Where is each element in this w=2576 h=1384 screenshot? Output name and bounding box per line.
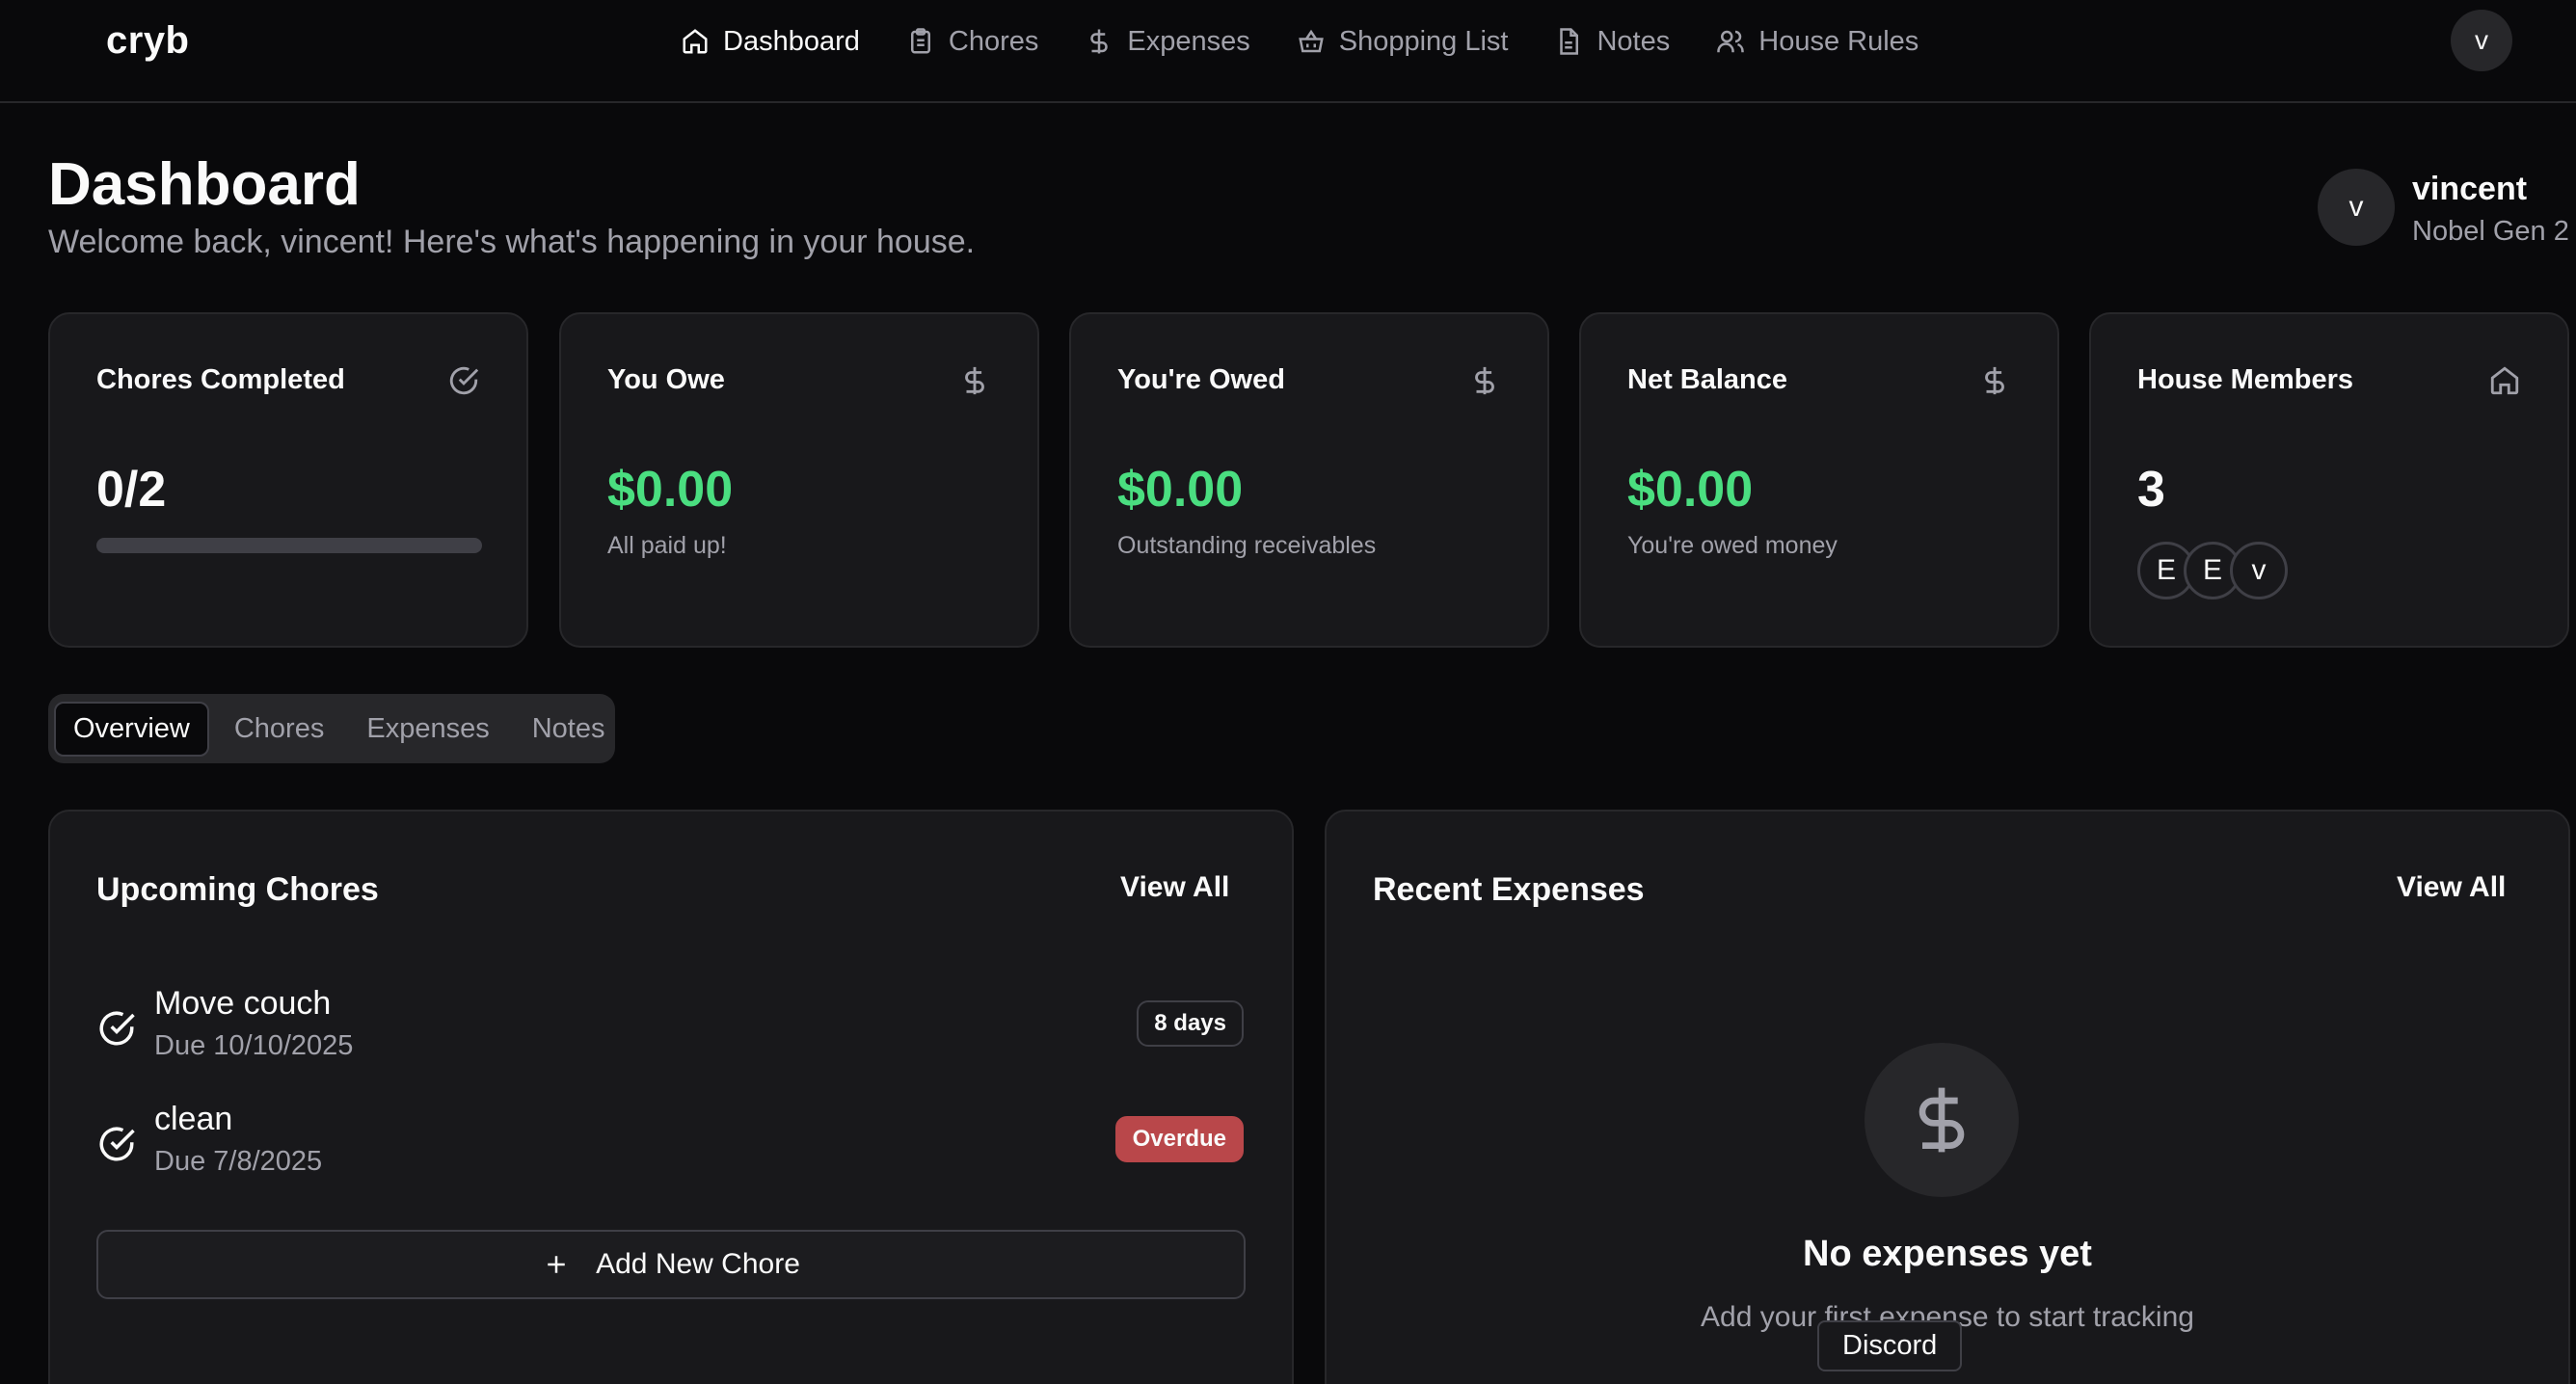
chore-name: Move couch bbox=[154, 985, 332, 1022]
stat-caption: All paid up! bbox=[607, 532, 727, 559]
dollar-icon bbox=[965, 366, 984, 395]
nav-shopping-list[interactable]: Shopping List bbox=[1297, 21, 1509, 62]
stat-value: $0.00 bbox=[607, 462, 734, 518]
tab-chores[interactable]: Chores bbox=[217, 704, 342, 755]
add-chore-label: Add New Chore bbox=[596, 1248, 800, 1280]
check-circle-icon[interactable] bbox=[96, 1008, 137, 1049]
nav-expenses-label: Expenses bbox=[1127, 25, 1250, 57]
stat-title: Chores Completed bbox=[96, 364, 345, 395]
panel-title: Upcoming Chores bbox=[96, 871, 379, 908]
stat-caption: You're owed money bbox=[1627, 532, 1838, 559]
avatar[interactable]: v bbox=[2230, 542, 2288, 599]
top-navigation: cryb Dashboard Chores Expenses Shopping … bbox=[0, 0, 2576, 103]
stat-title: Net Balance bbox=[1627, 364, 1788, 395]
nav-chores[interactable]: Chores bbox=[906, 21, 1039, 62]
overdue-badge: Overdue bbox=[1114, 1116, 1244, 1162]
dollar-icon bbox=[1475, 366, 1494, 395]
dollar-icon bbox=[1985, 366, 2004, 395]
chore-text: Move couch Due 10/10/2025 bbox=[154, 985, 353, 1062]
users-icon bbox=[1717, 30, 1744, 53]
stat-card-youre-owed: You're Owed $0.00 Outstanding receivable… bbox=[1069, 312, 1549, 648]
user-details: vincent Nobel Gen 2 bbox=[2412, 169, 2569, 248]
stat-card-net-balance: Net Balance $0.00 You're owed money bbox=[1579, 312, 2059, 648]
view-all-chores-link[interactable]: View All bbox=[1120, 871, 1229, 904]
nav-dashboard-label: Dashboard bbox=[723, 25, 860, 57]
status-badge: 8 days bbox=[1137, 1000, 1244, 1047]
profile-avatar-button[interactable]: v bbox=[2451, 10, 2512, 71]
dollar-icon bbox=[1919, 1087, 1965, 1153]
nav-house-rules[interactable]: House Rules bbox=[1716, 21, 1919, 62]
stat-card-you-owe: You Owe $0.00 All paid up! bbox=[559, 312, 1039, 648]
nav-dashboard[interactable]: Dashboard bbox=[681, 21, 860, 62]
nav-notes[interactable]: Notes bbox=[1554, 21, 1670, 62]
nav-chores-label: Chores bbox=[948, 25, 1039, 57]
chore-due-date: Due 10/10/2025 bbox=[154, 1030, 354, 1061]
check-circle-icon bbox=[449, 366, 479, 395]
file-icon bbox=[1560, 28, 1579, 55]
dashboard-tabs: Overview Chores Expenses Notes bbox=[48, 694, 615, 763]
stat-title: You Owe bbox=[607, 364, 725, 395]
recent-expenses-panel: Recent Expenses View All No expenses yet… bbox=[1325, 810, 2570, 1384]
nav-notes-label: Notes bbox=[1597, 25, 1671, 57]
stat-value: $0.00 bbox=[1627, 462, 1754, 518]
nav-house-rules-label: House Rules bbox=[1758, 25, 1919, 57]
stat-value: 3 bbox=[2137, 462, 2165, 518]
nav-expenses[interactable]: Expenses bbox=[1085, 21, 1250, 62]
nav-shopping-list-label: Shopping List bbox=[1338, 25, 1509, 57]
dollar-icon bbox=[1090, 29, 1109, 54]
discord-tooltip: Discord bbox=[1817, 1320, 1963, 1371]
stat-caption: Outstanding receivables bbox=[1117, 532, 1377, 559]
tab-expenses[interactable]: Expenses bbox=[349, 704, 506, 755]
avatar: v bbox=[2318, 169, 2395, 246]
main-nav: Dashboard Chores Expenses Shopping List … bbox=[681, 21, 1919, 62]
brand-logo[interactable]: cryb bbox=[106, 19, 190, 63]
home-icon bbox=[683, 29, 708, 54]
stat-value: 0/2 bbox=[96, 462, 167, 518]
home-icon bbox=[2490, 366, 2519, 395]
stat-title: You're Owed bbox=[1117, 364, 1285, 395]
list-item[interactable]: Move couch Due 10/10/2025 8 days bbox=[96, 985, 1244, 1062]
stat-title: House Members bbox=[2137, 364, 2354, 395]
stat-card-house-members: House Members 3 E E v bbox=[2089, 312, 2569, 648]
empty-state-illustration bbox=[1865, 1043, 2019, 1197]
list-item[interactable]: clean Due 7/8/2025 Overdue bbox=[96, 1101, 1244, 1178]
check-circle-icon[interactable] bbox=[96, 1124, 137, 1164]
upcoming-chores-panel: Upcoming Chores View All Move couch Due … bbox=[48, 810, 1294, 1384]
panel-title: Recent Expenses bbox=[1373, 871, 1645, 908]
chore-due-date: Due 7/8/2025 bbox=[154, 1146, 323, 1177]
add-chore-button[interactable]: Add New Chore bbox=[96, 1230, 1246, 1299]
page-title: Dashboard bbox=[48, 151, 361, 218]
basket-icon bbox=[1298, 29, 1324, 53]
chore-text: clean Due 7/8/2025 bbox=[154, 1101, 322, 1178]
plus-icon bbox=[548, 1256, 565, 1273]
tab-notes[interactable]: Notes bbox=[515, 704, 623, 755]
user-name: vincent bbox=[2412, 171, 2528, 207]
user-info: v vincent Nobel Gen 2 bbox=[2318, 169, 2569, 248]
page-subtitle: Welcome back, vincent! Here's what's hap… bbox=[48, 224, 976, 260]
clipboard-icon bbox=[910, 28, 930, 54]
empty-state-title: No expenses yet bbox=[1803, 1234, 2092, 1274]
stat-value: $0.00 bbox=[1117, 462, 1244, 518]
chores-progress-bar bbox=[96, 538, 482, 553]
stat-card-chores: Chores Completed 0/2 bbox=[48, 312, 528, 648]
view-all-expenses-link[interactable]: View All bbox=[2397, 871, 2506, 904]
member-avatars: E E v bbox=[2137, 542, 2288, 599]
chore-name: clean bbox=[154, 1101, 233, 1137]
house-name: Nobel Gen 2 bbox=[2412, 216, 2569, 247]
tab-overview[interactable]: Overview bbox=[54, 701, 209, 757]
